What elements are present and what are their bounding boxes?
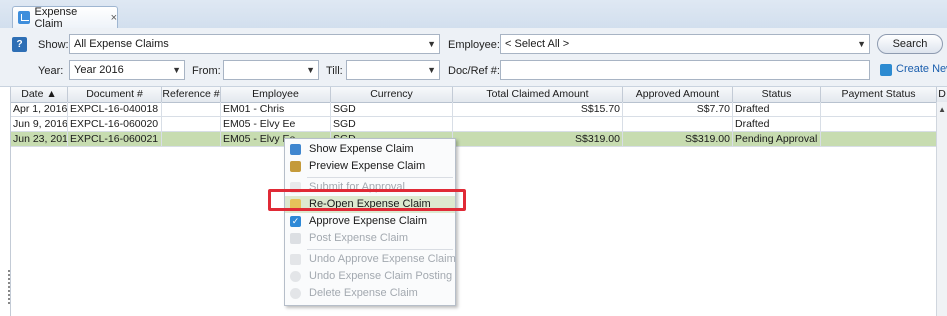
cell-status: Drafted <box>733 102 821 116</box>
cell-currency: SGD <box>331 117 453 131</box>
cell-date: Jun 9, 2016 <box>13 117 68 131</box>
cell-status: Pending Approval <box>733 132 821 146</box>
cell-document: EXPCL-16-060021 <box>68 132 162 146</box>
docref-input[interactable] <box>500 60 870 80</box>
menu-separator <box>307 177 453 178</box>
cell-reference <box>162 132 221 146</box>
employee-label: Employee: <box>448 39 500 51</box>
menu-item-approve[interactable]: ✓ Approve Expense Claim <box>285 213 455 230</box>
scroll-up-icon[interactable]: ▲ <box>938 105 946 114</box>
till-label: Till: <box>326 65 343 77</box>
chevron-down-icon: ▼ <box>427 65 436 75</box>
filter-bar: ? Show: All Expense Claims ▼ Employee: <… <box>0 28 947 87</box>
checkmark-icon: ✓ <box>290 216 301 227</box>
cell-reference <box>162 117 221 131</box>
menu-separator <box>307 249 453 250</box>
delete-icon <box>290 288 301 299</box>
header-document[interactable]: Document # <box>68 87 162 102</box>
table-header: Date ▲ Document # Reference # Employee C… <box>11 87 947 103</box>
cell-document: EXPCL-16-060020 <box>68 117 162 131</box>
expense-claim-icon <box>18 11 31 24</box>
cell-date: Jun 23, 2016 <box>13 132 68 146</box>
menu-item-label: Show Expense Claim <box>309 143 414 155</box>
menu-item-label: Undo Approve Expense Claim <box>309 253 456 265</box>
docref-label: Doc/Ref #: <box>448 65 500 77</box>
header-currency[interactable]: Currency <box>331 87 453 102</box>
header-date[interactable]: Date ▲ <box>11 87 68 102</box>
show-icon <box>290 144 301 155</box>
menu-item-label: Approve Expense Claim <box>309 215 428 227</box>
menu-item-label: Preview Expense Claim <box>309 160 426 172</box>
chevron-down-icon: ▼ <box>172 65 181 75</box>
cell-employee: EM01 - Chris <box>221 102 331 116</box>
cell-document: EXPCL-16-040018 <box>68 102 162 116</box>
cell-approved: S$319.00 <box>623 132 733 146</box>
cell-approved: S$7.70 <box>623 102 733 116</box>
cell-payment-status <box>821 117 937 131</box>
header-employee[interactable]: Employee <box>221 87 331 102</box>
header-d[interactable]: D <box>937 87 947 102</box>
undo-icon <box>290 254 301 265</box>
resize-grip[interactable] <box>8 270 12 304</box>
undo-icon <box>290 271 301 282</box>
header-total-claimed[interactable]: Total Claimed Amount <box>453 87 623 102</box>
create-new-icon <box>880 64 892 76</box>
create-new-link[interactable]: Create New <box>896 63 947 75</box>
menu-item-post: Post Expense Claim <box>285 230 455 247</box>
cell-payment-status <box>821 102 937 116</box>
menu-item-label: Post Expense Claim <box>309 232 409 244</box>
menu-item-undo-posting: Undo Expense Claim Posting <box>285 268 455 285</box>
cell-approved <box>623 117 733 131</box>
menu-item-show[interactable]: Show Expense Claim <box>285 141 455 158</box>
till-date-field[interactable]: ▼ <box>346 60 440 80</box>
tab-expense-claim[interactable]: Expense Claim × <box>12 5 118 30</box>
tab-title: Expense Claim <box>34 5 78 30</box>
chevron-down-icon: ▼ <box>857 39 866 49</box>
cell-currency: SGD <box>331 102 453 116</box>
header-payment-status[interactable]: Payment Status <box>821 87 937 102</box>
cell-date: Apr 1, 2016 <box>13 102 68 116</box>
table-row[interactable]: Apr 1, 2016 EXPCL-16-040018 EM01 - Chris… <box>11 102 937 117</box>
cell-employee: EM05 - Elvy Ee <box>221 117 331 131</box>
show-select[interactable]: All Expense Claims ▼ <box>69 34 440 54</box>
header-reference[interactable]: Reference # <box>162 87 221 102</box>
menu-item-label: Undo Expense Claim Posting <box>309 270 453 282</box>
show-select-value: All Expense Claims <box>74 38 169 50</box>
printer-icon <box>290 161 301 172</box>
cell-reference <box>162 102 221 116</box>
context-menu: Show Expense Claim Preview Expense Claim… <box>284 138 456 306</box>
from-label: From: <box>192 65 221 77</box>
cell-total-claimed: S$319.00 <box>453 132 623 146</box>
menu-item-label: Delete Expense Claim <box>309 287 418 299</box>
highlight-box <box>268 189 466 211</box>
help-icon[interactable]: ? <box>12 37 27 52</box>
menu-item-preview[interactable]: Preview Expense Claim <box>285 158 455 175</box>
chevron-down-icon: ▼ <box>427 39 436 49</box>
cell-status: Drafted <box>733 117 821 131</box>
expense-claim-table: Date ▲ Document # Reference # Employee C… <box>10 87 947 316</box>
employee-select[interactable]: < Select All > ▼ <box>500 34 870 54</box>
year-select-value: Year 2016 <box>74 64 124 76</box>
header-approved[interactable]: Approved Amount <box>623 87 733 102</box>
chevron-down-icon: ▼ <box>306 65 315 75</box>
cell-total-claimed <box>453 117 623 131</box>
table-row[interactable]: Jun 9, 2016 EXPCL-16-060020 EM05 - Elvy … <box>11 117 937 132</box>
menu-item-delete: Delete Expense Claim <box>285 285 455 302</box>
header-status[interactable]: Status <box>733 87 821 102</box>
search-button[interactable]: Search <box>877 34 943 54</box>
employee-select-value: < Select All > <box>505 38 570 50</box>
tab-strip: Expense Claim × <box>0 0 947 30</box>
year-label: Year: <box>38 65 64 77</box>
table-row-selected[interactable]: Jun 23, 2016 EXPCL-16-060021 EM05 - Elvy… <box>11 132 937 147</box>
close-icon[interactable]: × <box>111 12 117 24</box>
year-select[interactable]: Year 2016 ▼ <box>69 60 185 80</box>
vertical-scrollbar[interactable] <box>936 102 947 316</box>
from-date-field[interactable]: ▼ <box>223 60 319 80</box>
menu-item-undo-approve: Undo Approve Expense Claim <box>285 251 456 268</box>
show-label: Show: <box>38 39 69 51</box>
cell-payment-status <box>821 132 937 146</box>
cell-total-claimed: S$15.70 <box>453 102 623 116</box>
post-icon <box>290 233 301 244</box>
